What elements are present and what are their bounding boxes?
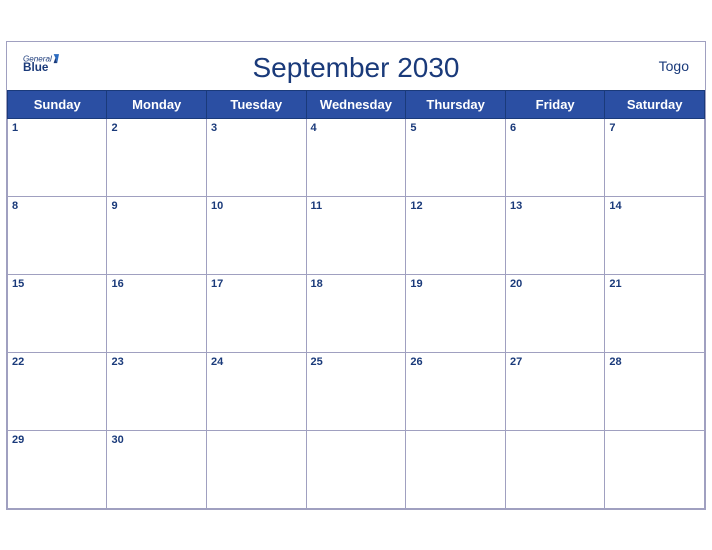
day-cell: 13 bbox=[505, 196, 604, 274]
brand-icon: General Blue bbox=[23, 50, 59, 78]
col-sunday: Sunday bbox=[8, 90, 107, 118]
day-cell: 9 bbox=[107, 196, 207, 274]
week-row-3: 15 16 17 18 19 20 21 bbox=[8, 274, 705, 352]
day-number: 15 bbox=[12, 278, 102, 290]
day-cell: 6 bbox=[505, 118, 604, 196]
day-cell: 11 bbox=[306, 196, 406, 274]
day-cell: 17 bbox=[207, 274, 307, 352]
day-number: 30 bbox=[111, 434, 202, 446]
svg-text:Blue: Blue bbox=[23, 61, 49, 74]
day-cell: 16 bbox=[107, 274, 207, 352]
week-row-5: 29 30 bbox=[8, 430, 705, 508]
day-cell: 7 bbox=[605, 118, 705, 196]
col-monday: Monday bbox=[107, 90, 207, 118]
calendar-header: General Blue September 2030 Togo bbox=[7, 42, 705, 90]
calendar-title: September 2030 bbox=[23, 52, 689, 84]
day-number: 8 bbox=[12, 200, 102, 212]
day-number: 3 bbox=[211, 122, 302, 134]
day-number: 28 bbox=[609, 356, 700, 368]
day-cell: 26 bbox=[406, 352, 506, 430]
day-number: 24 bbox=[211, 356, 302, 368]
day-cell: 2 bbox=[107, 118, 207, 196]
day-cell: 30 bbox=[107, 430, 207, 508]
day-cell: 27 bbox=[505, 352, 604, 430]
day-number: 1 bbox=[12, 122, 102, 134]
day-cell: 14 bbox=[605, 196, 705, 274]
day-number: 14 bbox=[609, 200, 700, 212]
brand-logo-area: General Blue bbox=[23, 50, 59, 78]
calendar-grid: Sunday Monday Tuesday Wednesday Thursday… bbox=[7, 90, 705, 509]
day-number: 22 bbox=[12, 356, 102, 368]
day-number: 18 bbox=[311, 278, 402, 290]
day-cell bbox=[605, 430, 705, 508]
day-number: 5 bbox=[410, 122, 501, 134]
day-cell: 8 bbox=[8, 196, 107, 274]
day-cell: 29 bbox=[8, 430, 107, 508]
day-cell: 25 bbox=[306, 352, 406, 430]
col-saturday: Saturday bbox=[605, 90, 705, 118]
weekday-header-row: Sunday Monday Tuesday Wednesday Thursday… bbox=[8, 90, 705, 118]
day-number: 6 bbox=[510, 122, 600, 134]
day-number: 29 bbox=[12, 434, 102, 446]
day-cell bbox=[406, 430, 506, 508]
day-number: 13 bbox=[510, 200, 600, 212]
day-cell: 3 bbox=[207, 118, 307, 196]
day-cell: 18 bbox=[306, 274, 406, 352]
day-cell: 15 bbox=[8, 274, 107, 352]
day-number: 19 bbox=[410, 278, 501, 290]
day-number: 17 bbox=[211, 278, 302, 290]
day-number: 9 bbox=[111, 200, 202, 212]
day-cell: 19 bbox=[406, 274, 506, 352]
day-number: 7 bbox=[609, 122, 700, 134]
calendar-body: 1234567891011121314151617181920212223242… bbox=[8, 118, 705, 508]
col-wednesday: Wednesday bbox=[306, 90, 406, 118]
day-cell: 24 bbox=[207, 352, 307, 430]
day-cell bbox=[207, 430, 307, 508]
col-tuesday: Tuesday bbox=[207, 90, 307, 118]
week-row-4: 22 23 24 25 26 27 28 bbox=[8, 352, 705, 430]
day-number: 2 bbox=[111, 122, 202, 134]
day-cell: 5 bbox=[406, 118, 506, 196]
col-thursday: Thursday bbox=[406, 90, 506, 118]
day-cell: 23 bbox=[107, 352, 207, 430]
day-number: 4 bbox=[311, 122, 402, 134]
day-cell: 1 bbox=[8, 118, 107, 196]
calendar-container: General Blue September 2030 Togo Sunday … bbox=[6, 41, 706, 510]
day-number: 12 bbox=[410, 200, 501, 212]
day-number: 11 bbox=[311, 200, 402, 212]
day-cell bbox=[505, 430, 604, 508]
day-number: 23 bbox=[111, 356, 202, 368]
day-cell: 21 bbox=[605, 274, 705, 352]
day-cell: 12 bbox=[406, 196, 506, 274]
day-number: 21 bbox=[609, 278, 700, 290]
day-number: 10 bbox=[211, 200, 302, 212]
day-number: 20 bbox=[510, 278, 600, 290]
day-number: 25 bbox=[311, 356, 402, 368]
week-row-1: 1234567 bbox=[8, 118, 705, 196]
day-cell: 10 bbox=[207, 196, 307, 274]
day-cell bbox=[306, 430, 406, 508]
day-cell: 20 bbox=[505, 274, 604, 352]
country-label: Togo bbox=[659, 58, 689, 74]
day-number: 16 bbox=[111, 278, 202, 290]
day-number: 27 bbox=[510, 356, 600, 368]
day-cell: 28 bbox=[605, 352, 705, 430]
week-row-2: 89 10 11 12 13 14 bbox=[8, 196, 705, 274]
col-friday: Friday bbox=[505, 90, 604, 118]
day-number: 26 bbox=[410, 356, 501, 368]
day-cell: 22 bbox=[8, 352, 107, 430]
day-cell: 4 bbox=[306, 118, 406, 196]
